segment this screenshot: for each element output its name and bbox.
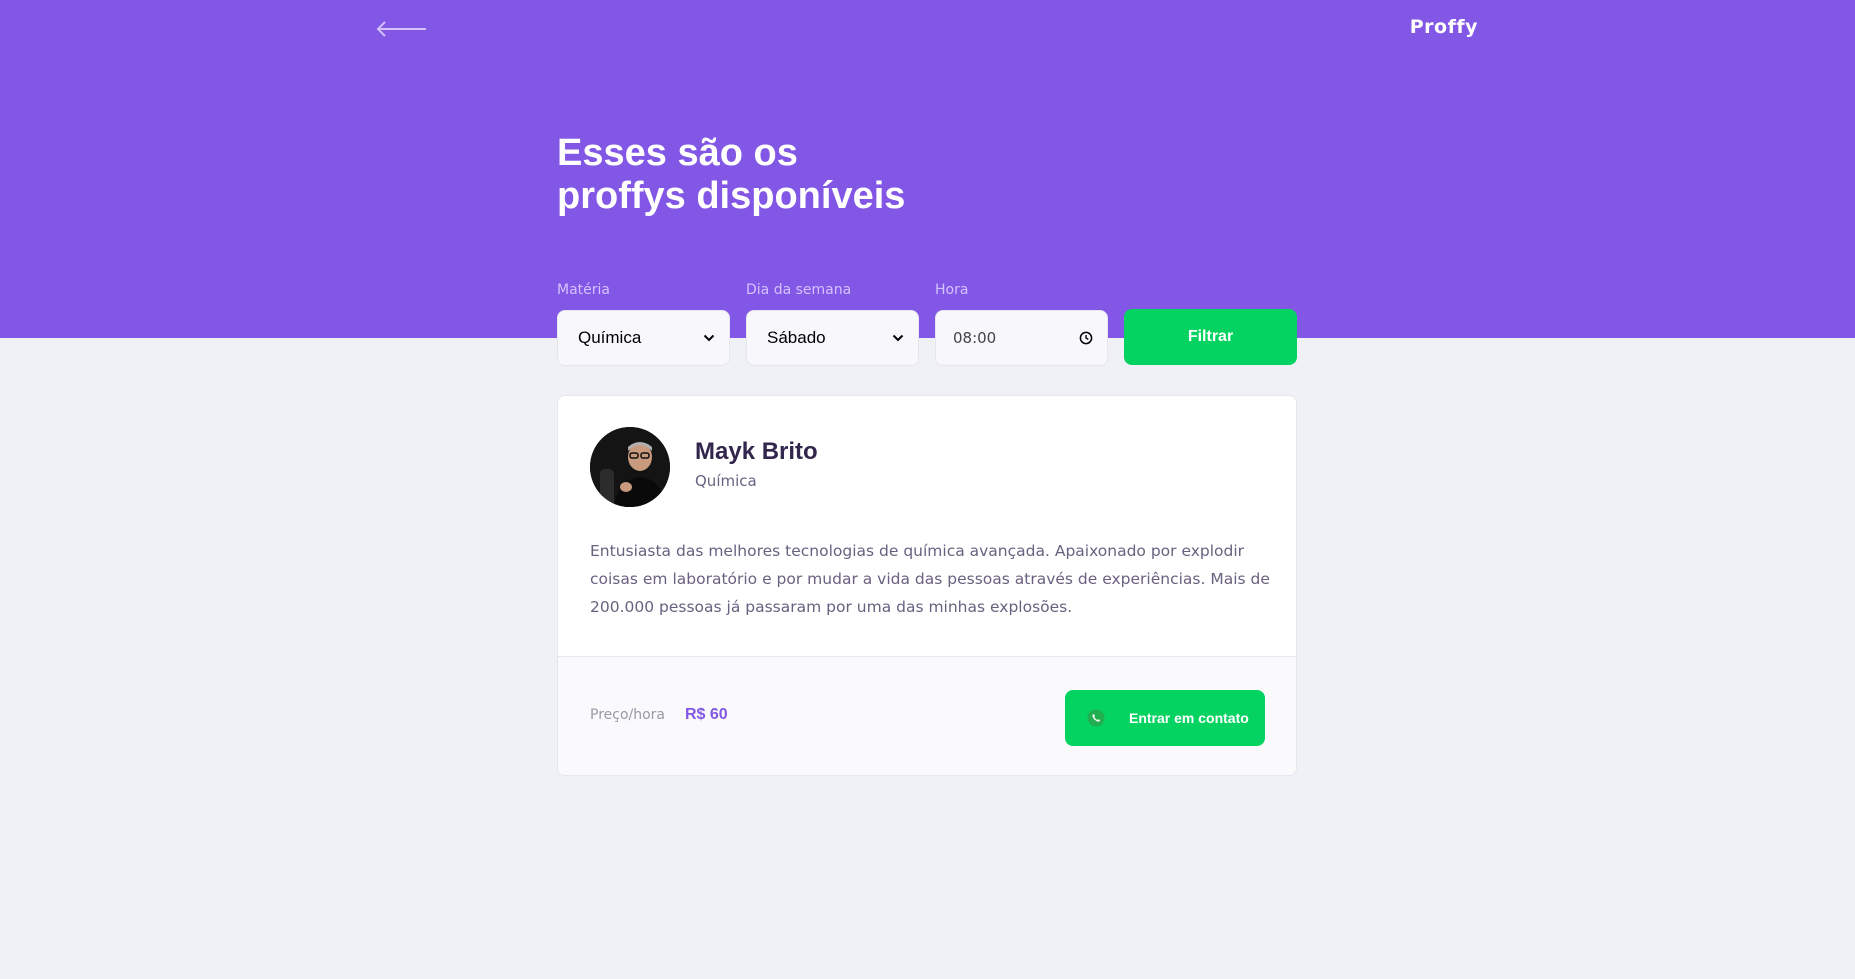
page-header: Proffy Esses são os proffys disponíveis (0, 0, 1855, 338)
chevron-down-icon (892, 334, 904, 342)
filter-button[interactable]: Filtrar (1124, 309, 1297, 365)
avatar-photo (590, 427, 670, 507)
arrow-left-icon[interactable] (374, 18, 428, 40)
page-title-line-2: proffys disponíveis (557, 175, 906, 217)
time-label: Hora (935, 282, 969, 298)
contact-button[interactable]: Entrar em contato (1065, 690, 1265, 746)
contact-button-label: Entrar em contato (1129, 710, 1249, 726)
time-input-value: 08:00 (953, 329, 997, 347)
weekday-label: Dia da semana (746, 282, 852, 298)
teacher-bio: Entusiasta das melhores tecnologias de q… (590, 542, 1270, 616)
teacher-name: Mayk Brito (695, 438, 818, 465)
teacher-subject: Química (695, 472, 757, 490)
page-title-line-1: Esses são os (557, 132, 798, 174)
page-title: Esses são os proffys disponíveis (557, 132, 977, 218)
avatar (590, 427, 670, 507)
whatsapp-icon (1087, 709, 1105, 727)
time-input[interactable]: 08:00 (935, 310, 1108, 366)
subject-select-value: Química (578, 328, 642, 347)
clock-icon[interactable] (1079, 331, 1093, 345)
teacher-card: Mayk Brito Química Entusiasta das melhor… (557, 395, 1297, 776)
weekday-select-value: Sábado (767, 328, 826, 347)
chevron-down-icon (703, 334, 715, 342)
subject-select[interactable]: Química (557, 310, 730, 366)
price-label: Preço/hora (590, 707, 666, 723)
price-value: R$ 60 (685, 706, 728, 723)
logo: Proffy (1409, 16, 1478, 38)
card-footer: Preço/hora R$ 60 Entrar em contato (558, 656, 1296, 775)
weekday-select[interactable]: Sábado (746, 310, 919, 366)
subject-label: Matéria (557, 282, 610, 298)
